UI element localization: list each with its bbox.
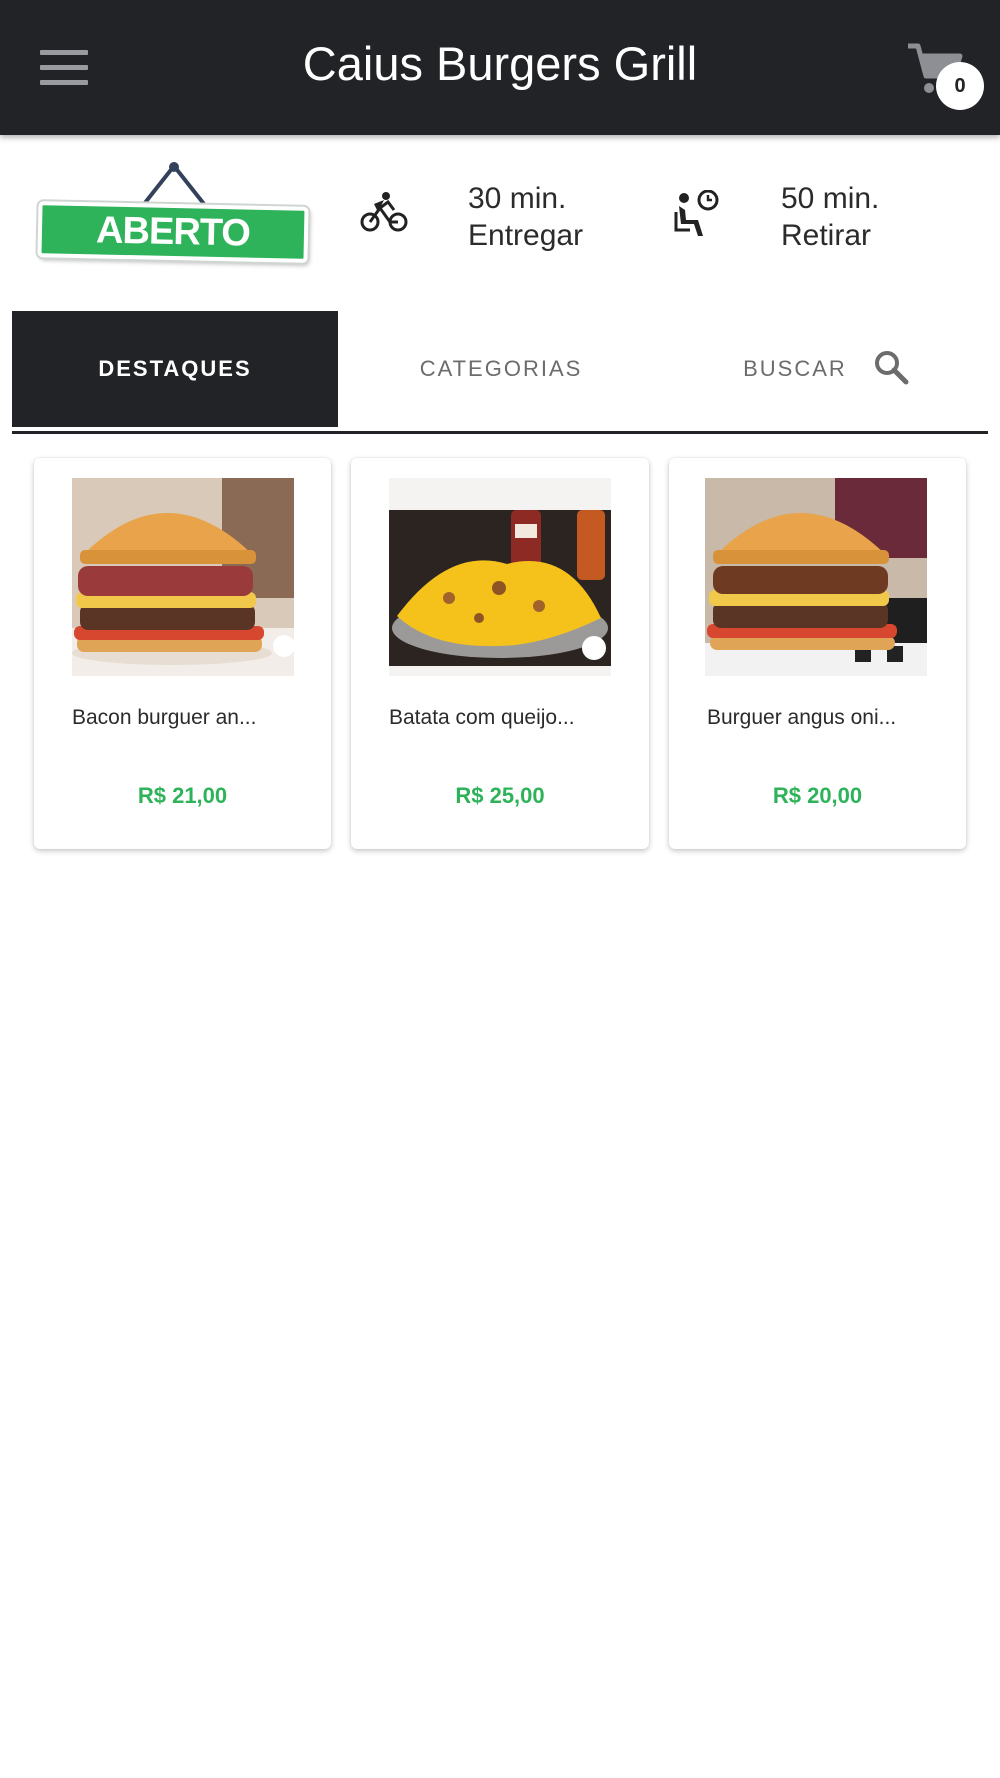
pickup-time: 50 min. xyxy=(781,182,880,215)
product-card[interactable]: Batata com queijo... R$ 25,00 xyxy=(351,458,649,849)
product-image xyxy=(705,478,927,676)
app-header: Caius Burgers Grill 0 xyxy=(0,0,1000,135)
delivery-bike-icon xyxy=(360,192,408,232)
hamburger-menu-icon xyxy=(40,50,88,55)
delivery-label: Entregar xyxy=(468,219,584,252)
store-status-row: ABERTO 30 min. Entregar 50 min. Retirar xyxy=(0,150,1000,270)
product-price: R$ 25,00 xyxy=(455,783,545,808)
pickup-info: 50 min. Retirar xyxy=(670,180,930,252)
product-name: Batata com queijo... xyxy=(389,706,575,729)
product-price: R$ 20,00 xyxy=(772,783,863,808)
open-status-label: ABERTO xyxy=(95,209,251,255)
product-name: Burguer angus oni... xyxy=(707,706,897,729)
delivery-info: 30 min. Entregar xyxy=(360,180,620,252)
tab-buscar[interactable]: BUSCAR xyxy=(664,311,988,427)
product-card[interactable]: Burguer angus oni... R$ 20,00 xyxy=(669,458,966,849)
tab-underline xyxy=(12,431,988,434)
open-status-sign: ABERTO xyxy=(34,160,314,263)
product-image xyxy=(389,478,611,676)
cart-count-badge: 0 xyxy=(936,62,984,110)
app-title: Caius Burgers Grill xyxy=(302,37,698,90)
pickup-clock-icon xyxy=(674,190,719,236)
cart-button[interactable]: 0 xyxy=(900,40,990,110)
product-card[interactable]: Bacon burguer an... R$ 21,00 xyxy=(34,458,331,849)
tab-destaques[interactable]: DESTAQUES xyxy=(12,311,338,427)
tab-bar: DESTAQUES CATEGORIAS BUSCAR xyxy=(12,311,988,434)
menu-button[interactable] xyxy=(40,48,88,88)
tab-buscar-label: BUSCAR xyxy=(743,356,847,381)
delivery-time: 30 min. xyxy=(468,182,567,215)
product-name: Bacon burguer an... xyxy=(72,706,257,729)
tab-categorias[interactable]: CATEGORIAS xyxy=(338,311,664,427)
pickup-label: Retirar xyxy=(781,219,872,252)
product-image xyxy=(72,478,294,676)
product-price: R$ 21,00 xyxy=(137,783,228,808)
search-icon xyxy=(874,351,909,385)
